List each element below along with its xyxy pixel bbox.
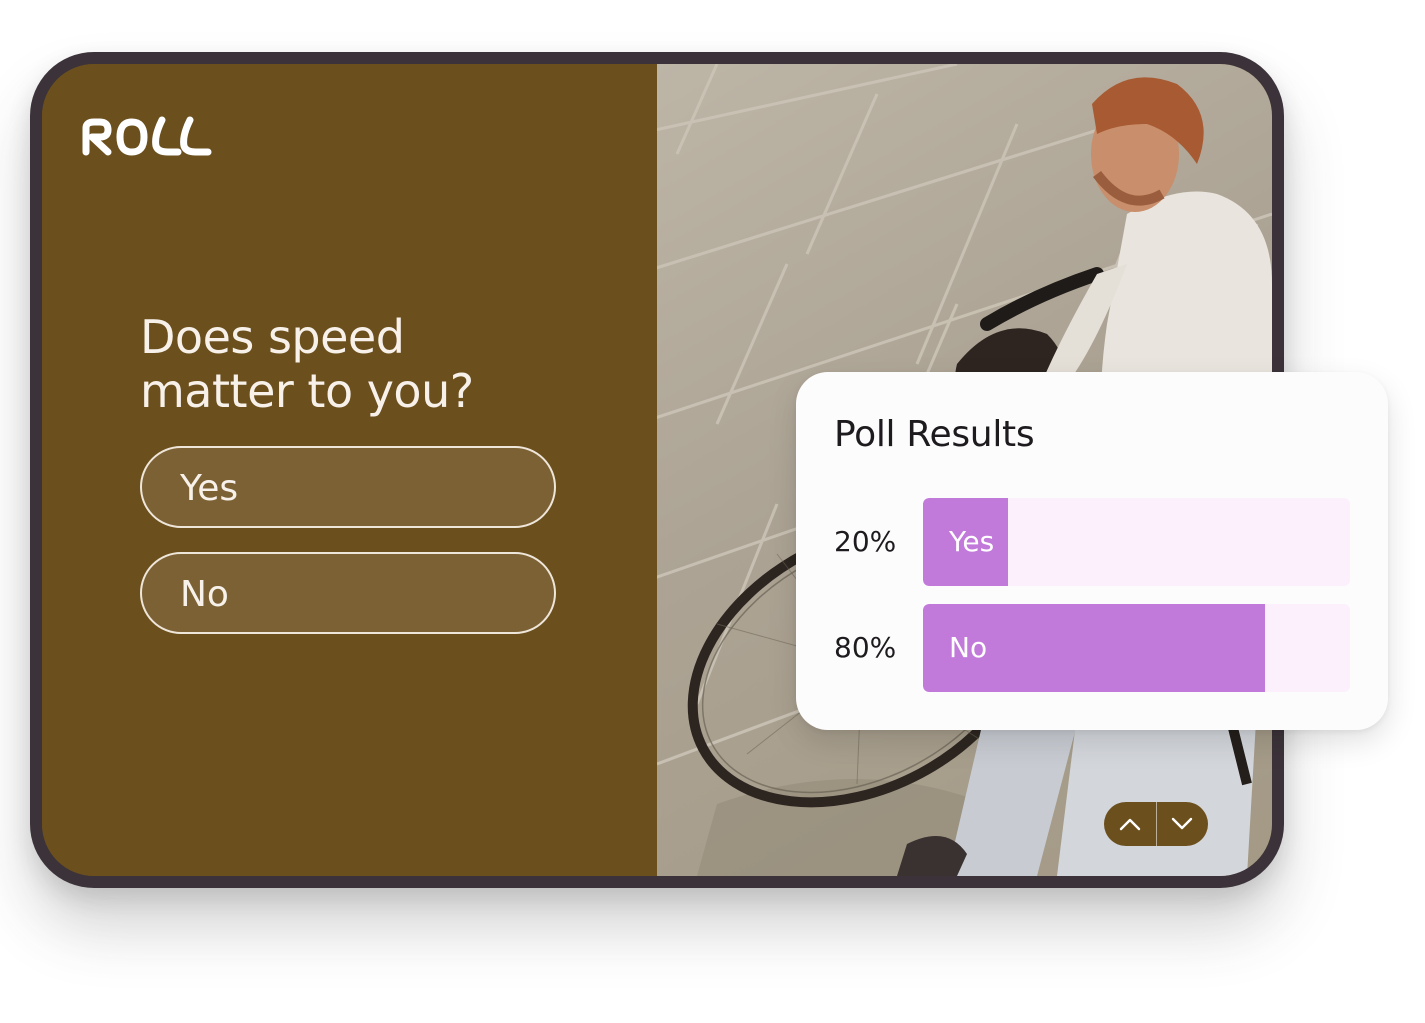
poll-results-card: Poll Results 20% Yes 80% No [796,372,1388,730]
poll-result-row: 20% Yes [834,498,1350,586]
poll-result-row: 80% No [834,604,1350,692]
question-line-1: Does speed [140,310,405,364]
answer-no-button[interactable]: No [140,552,556,634]
roll-logo [82,116,212,156]
poll-result-label: No [949,631,988,664]
poll-question: Does speed matter to you? [140,310,560,418]
poll-result-label: Yes [949,525,995,558]
previous-button[interactable] [1104,802,1156,846]
poll-results-title: Poll Results [834,414,1035,455]
poll-result-bar-track: No [923,604,1350,692]
answer-yes-button[interactable]: Yes [140,446,556,528]
slide-navigation [1104,802,1208,846]
poll-result-percent: 80% [834,631,897,664]
chevron-down-icon [1172,817,1193,830]
question-panel: Does speed matter to you? Yes No [42,64,657,876]
next-button[interactable] [1156,802,1208,846]
question-line-2: matter to you? [140,364,474,418]
poll-result-percent: 20% [834,525,897,558]
poll-result-bar-track: Yes [923,498,1350,586]
chevron-up-icon [1119,818,1140,831]
